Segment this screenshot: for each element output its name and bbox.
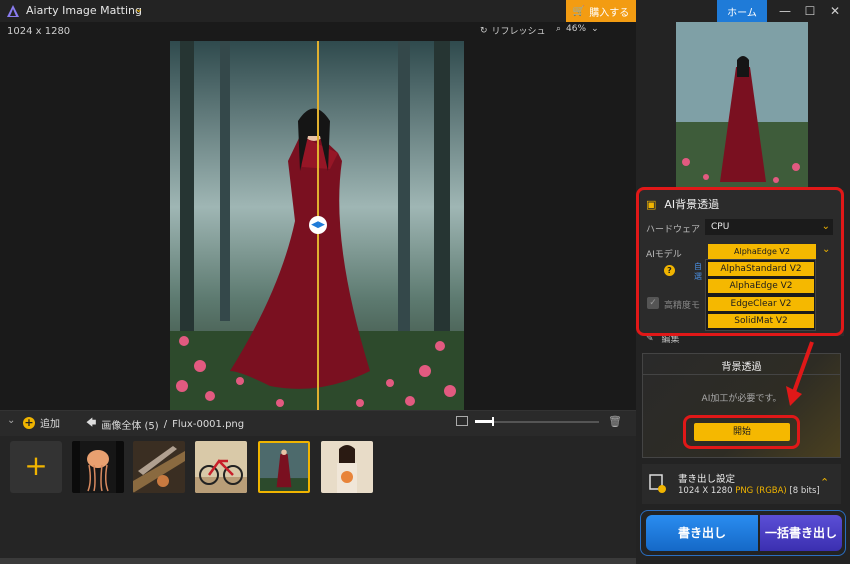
add-button[interactable]: + 追加 <box>23 415 60 430</box>
export-format: PNG (RGBA) <box>735 486 787 496</box>
breadcrumb-root[interactable]: 画像全体 (5) <box>101 417 158 432</box>
app-title: Aiarty Image Matting <box>26 4 142 17</box>
slider-fill <box>475 420 493 423</box>
chevron-up-icon[interactable]: ⌃ <box>820 476 829 489</box>
close-icon[interactable]: ✕ <box>824 2 846 20</box>
export-settings-summary: 1024 X 1280 PNG (RGBA) [8 bits] <box>678 486 820 496</box>
maximize-icon[interactable]: ☐ <box>799 2 821 20</box>
breadcrumb-file: Flux-0001.png <box>172 419 245 430</box>
plus-icon: + <box>23 415 35 429</box>
thumbnail-still-life[interactable] <box>133 441 185 493</box>
chevron-down-icon[interactable]: ⌄ <box>134 2 143 15</box>
breadcrumb: 🡄 画像全体 (5) / Flux-0001.png <box>86 416 244 433</box>
highlight-ring-ai-section <box>636 187 844 336</box>
buy-label: 購入する <box>589 7 630 19</box>
export-settings-row[interactable] <box>642 464 841 504</box>
export-button[interactable]: 書き出し <box>646 515 758 551</box>
batch-export-button[interactable]: 一括書き出し <box>760 515 842 551</box>
app-logo-icon <box>7 5 19 17</box>
red-arrow-icon <box>786 341 814 406</box>
image-size-icon <box>456 416 468 426</box>
thumbnail-woman-flowers[interactable] <box>321 441 373 493</box>
minimize-icon[interactable]: — <box>774 2 796 20</box>
slider-handle[interactable] <box>492 417 494 426</box>
breadcrumb-separator: / <box>163 419 168 430</box>
bottom-scrollbar[interactable] <box>0 558 636 564</box>
collapse-icon[interactable]: ⌄ <box>7 415 15 426</box>
preview-image <box>676 22 808 187</box>
export-dimensions: 1024 X 1280 <box>678 486 733 496</box>
chevron-down-icon: ⌄ <box>591 24 599 34</box>
back-icon[interactable]: 🡄 <box>86 416 96 433</box>
highlight-ring-start <box>683 415 800 449</box>
trash-icon[interactable]: 🗑 <box>608 415 622 428</box>
thumbnail-woman-selected[interactable] <box>258 441 310 493</box>
buy-button[interactable]: 🛒 購入する <box>566 0 636 22</box>
export-bit-depth: [8 bits] <box>789 486 820 496</box>
compare-handle-icon[interactable]: ◀▶ <box>309 216 327 234</box>
zoom-control[interactable]: ⌕ 46% ⌄ <box>556 24 599 34</box>
image-dimensions: 1024 x 1280 <box>7 26 71 37</box>
refresh-button[interactable]: ↻ リフレッシュ <box>480 24 546 38</box>
refresh-label: リフレッシュ <box>491 27 546 37</box>
add-image-button[interactable]: + <box>10 441 62 493</box>
thumbnail-bicycle[interactable] <box>195 441 247 493</box>
cart-icon: 🛒 <box>572 5 586 17</box>
zoom-icon: ⌕ <box>556 24 562 34</box>
refresh-icon: ↻ <box>480 25 488 36</box>
thumbnail-jellyfish[interactable] <box>72 441 124 493</box>
export-settings-icon <box>649 474 666 493</box>
export-settings-title: 書き出し設定 <box>678 474 736 485</box>
zoom-value: 46% <box>566 24 587 34</box>
home-button[interactable]: ホーム <box>717 0 767 22</box>
add-label: 追加 <box>40 419 60 430</box>
